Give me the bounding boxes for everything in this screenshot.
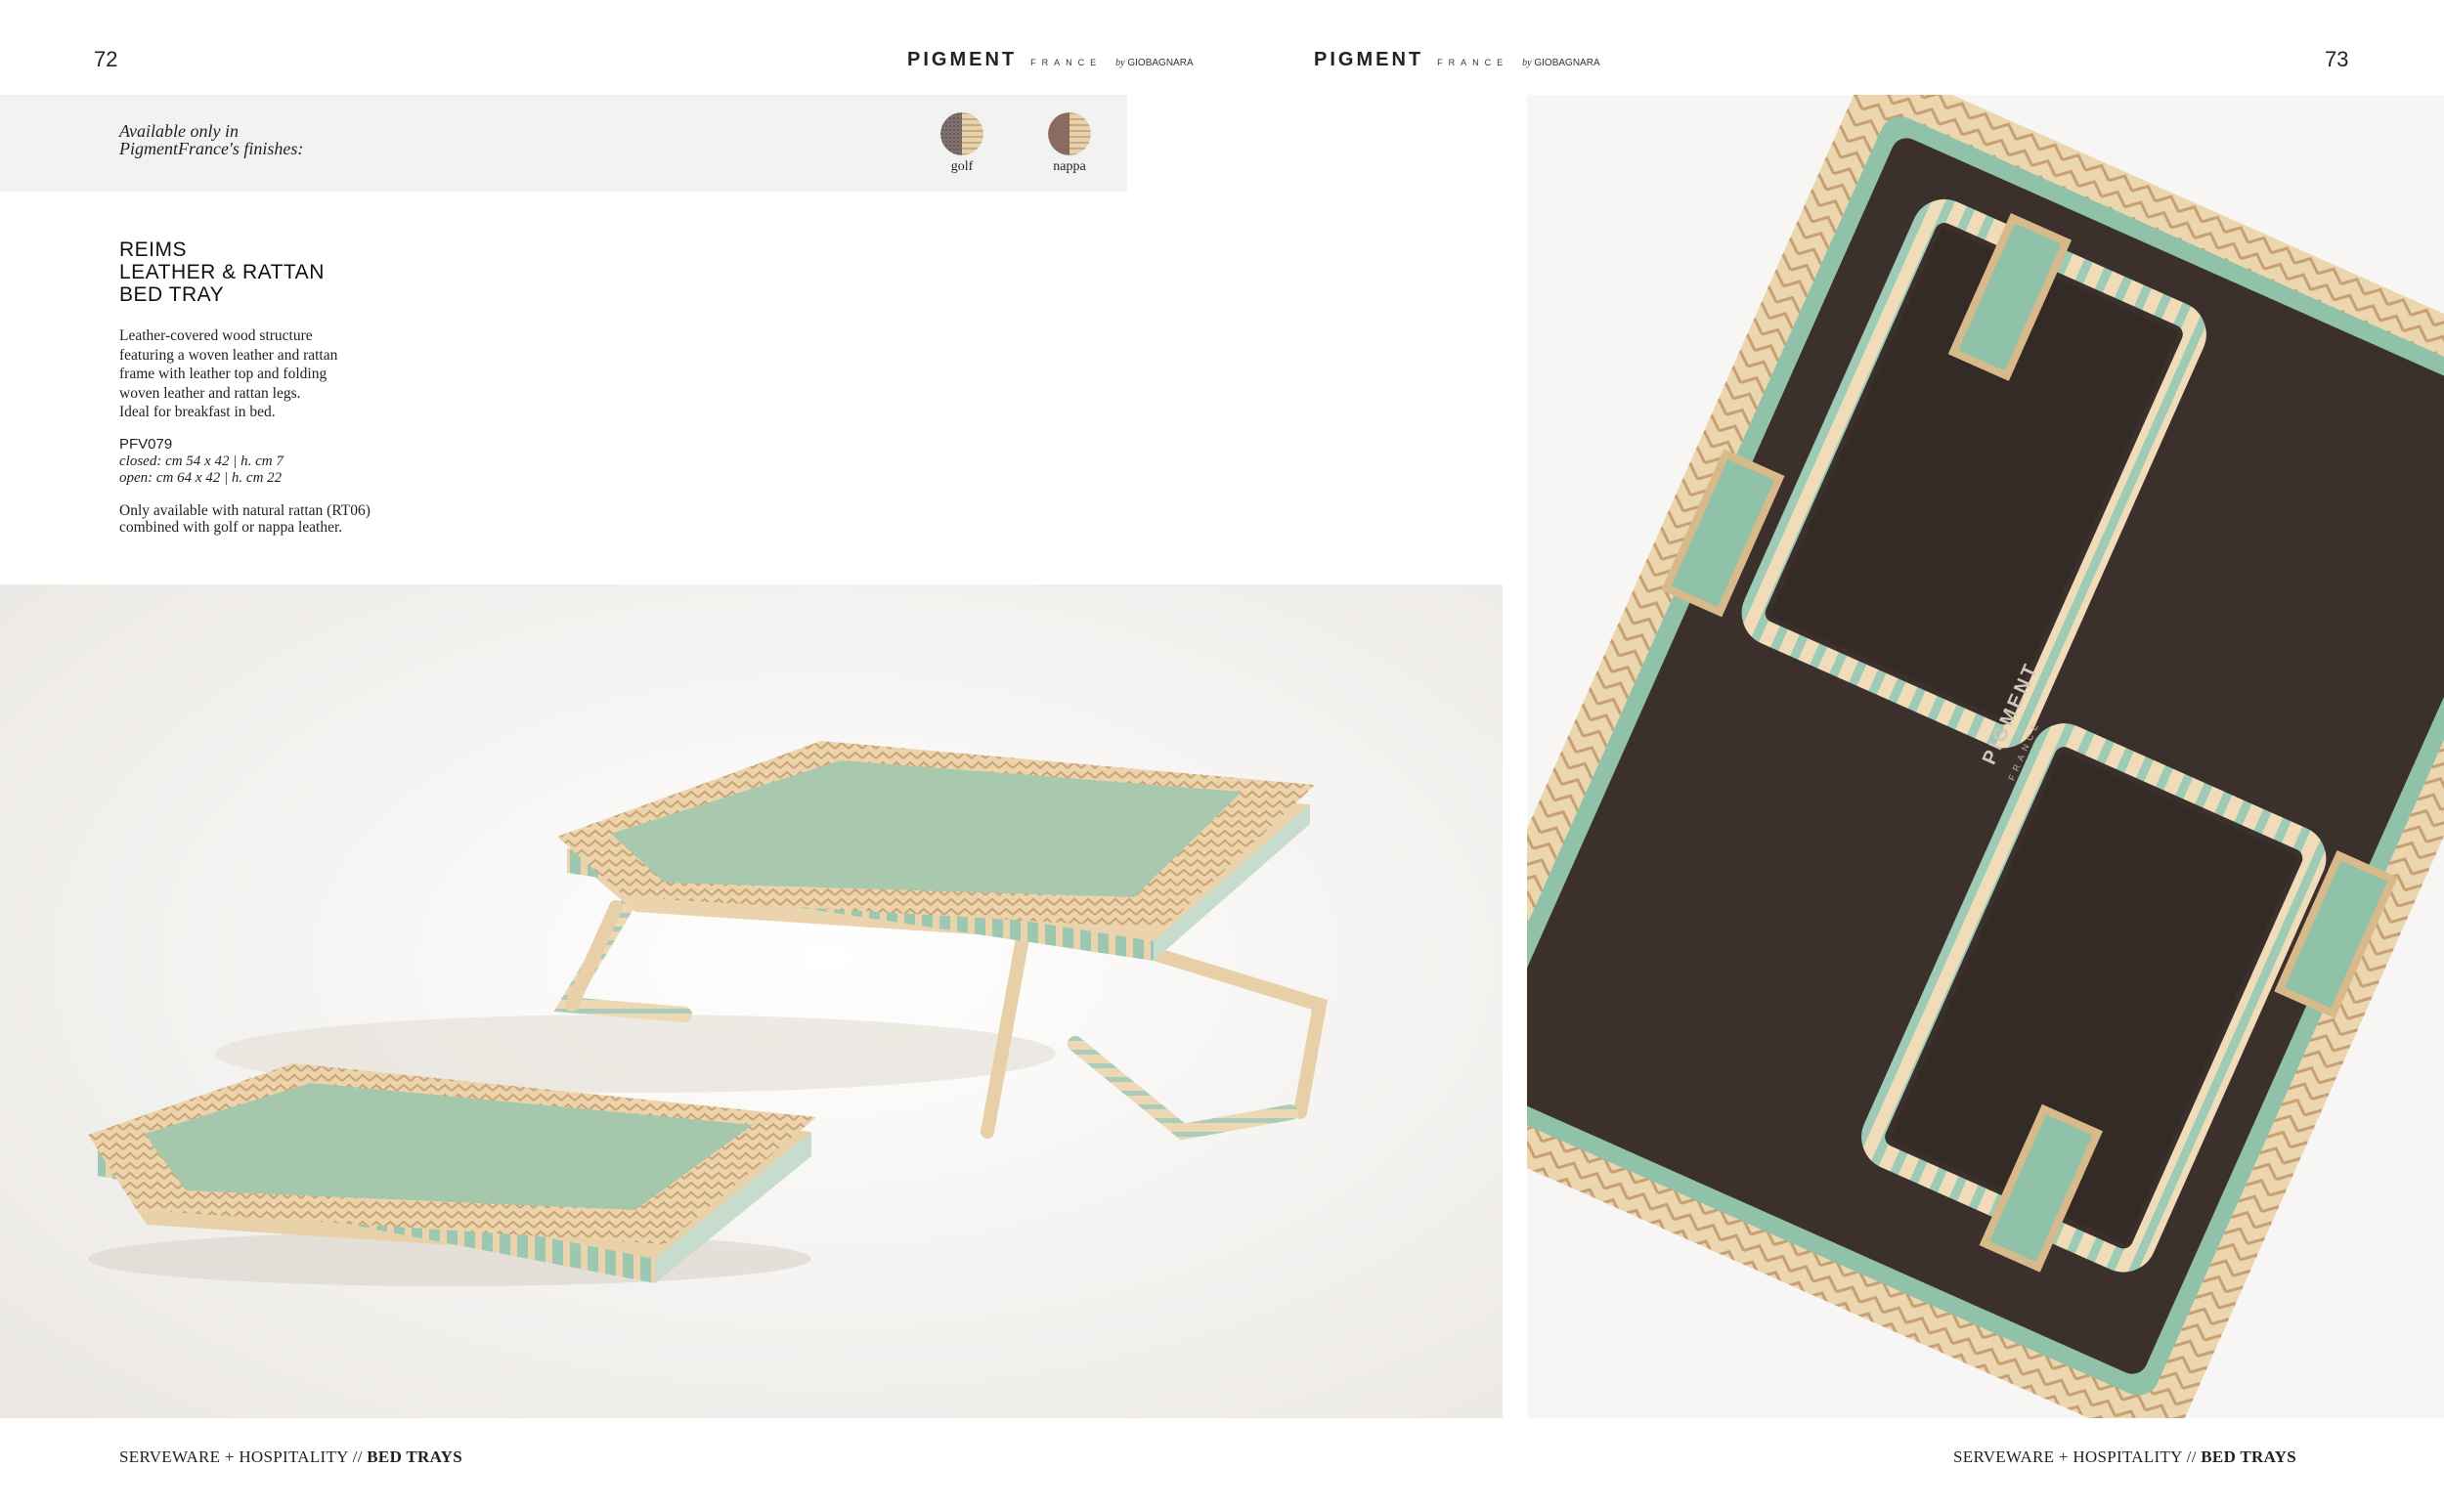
finish-swatch-nappa: nappa [1030,112,1109,175]
footer-section: SERVEWARE + HOSPITALITY // [119,1447,363,1466]
swatch-label: golf [950,159,974,174]
product-code: PFV079 [119,436,173,453]
product-photo-trays [0,584,1503,1418]
right-footer: SERVEWARE + HOSPITALITY // BED TRAYS [1953,1447,2296,1467]
finishes-title: Available only in PigmentFrance's finish… [119,121,304,158]
footer-category: BED TRAYS [2201,1447,2296,1466]
left-page-number: 72 [94,47,118,71]
right-brand-logo: PIGMENT FRANCE by GIOBAGNARA [1314,49,1600,71]
brand-sub: FRANCE [1030,58,1103,67]
brand-name: PIGMENT [1314,49,1424,70]
swatch-label: nappa [1053,159,1086,174]
brand-sub: FRANCE [1437,58,1509,67]
product-photo-closeup: PIGMENT FRANCE [1527,95,2444,1418]
brand-name: PIGMENT [907,49,1018,70]
left-brand-logo: PIGMENT FRANCE by GIOBAGNARA [907,49,1194,71]
right-page-number: 73 [2325,47,2349,71]
golf-swatch-icon [940,112,983,155]
product-dimensions: closed: cm 54 x 42 | h. cm 7 open: cm 64… [119,454,284,486]
brand-by: by GIOBAGNARA [1522,58,1600,68]
brand-by: by GIOBAGNARA [1115,58,1194,68]
product-note: Only available with natural rattan (RT06… [119,502,371,536]
footer-category: BED TRAYS [367,1447,462,1466]
footer-section: SERVEWARE + HOSPITALITY // [1953,1447,2197,1466]
nappa-swatch-icon [1048,112,1091,155]
finishes-band: Available only in PigmentFrance's finish… [0,95,1127,192]
product-description: Leather-covered wood structure featuring… [119,327,338,420]
left-footer: SERVEWARE + HOSPITALITY // BED TRAYS [119,1447,462,1467]
finish-swatch-golf: golf [923,112,1001,175]
product-title: REIMS LEATHER & RATTAN BED TRAY [119,238,325,306]
